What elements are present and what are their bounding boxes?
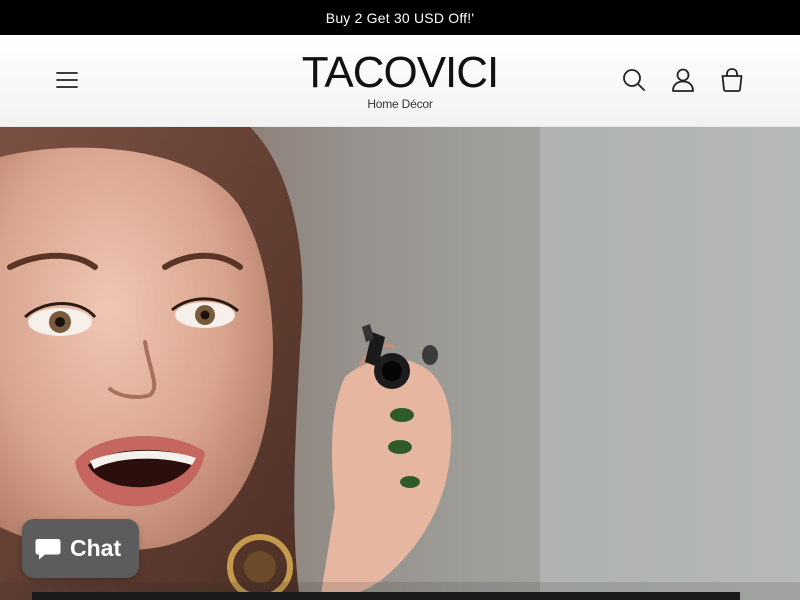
site-header: TACOVICI Home Décor [0, 35, 800, 127]
chat-label: Chat [70, 535, 122, 561]
account-button[interactable] [663, 60, 703, 100]
logo-tagline: Home Décor [367, 97, 433, 111]
chat-button[interactable]: Chat [22, 519, 139, 578]
announcement-bar: Buy 2 Get 30 USD Off!' [0, 0, 800, 35]
menu-button[interactable] [47, 60, 87, 100]
chat-bubble-icon [35, 538, 61, 559]
search-button[interactable] [614, 60, 654, 100]
cart-icon [721, 68, 743, 92]
site-logo[interactable]: TACOVICI Home Décor [270, 49, 530, 115]
logo-name: TACOVICI [301, 48, 500, 97]
search-icon [623, 69, 645, 91]
account-icon [672, 68, 694, 92]
hero-bottom-bar [32, 592, 740, 600]
announcement-text: Buy 2 Get 30 USD Off!' [325, 9, 475, 26]
hamburger-menu-icon [56, 72, 78, 88]
cart-button[interactable] [712, 60, 752, 100]
